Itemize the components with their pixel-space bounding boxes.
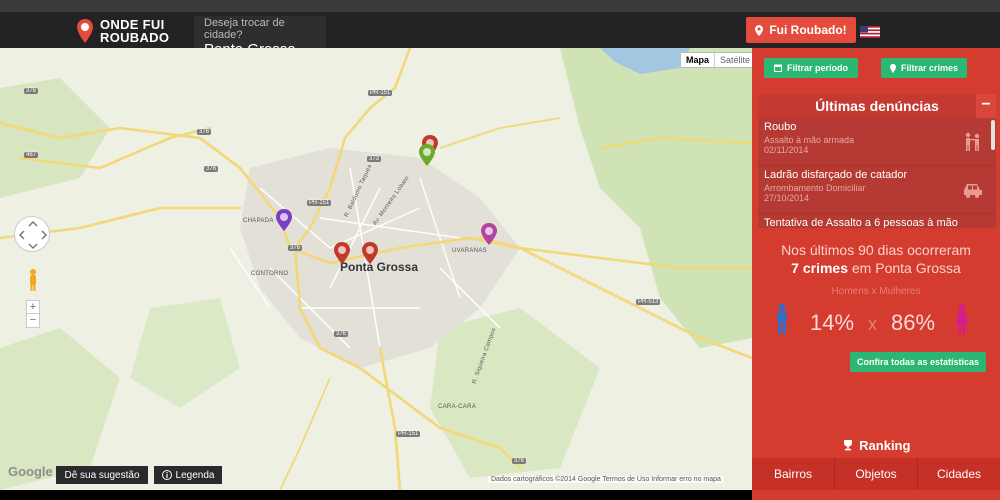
road-number-badge: 376 (197, 129, 212, 135)
google-logo: Google (8, 464, 53, 479)
report-title: Ladrão disfarçado de catador (764, 169, 908, 181)
ranking-title: Ranking (859, 438, 911, 453)
crime-marker[interactable] (333, 241, 351, 265)
road-number-badge: 373 (367, 156, 382, 162)
stats-summary: 7 crimes em Ponta Grossa (752, 260, 1000, 276)
map-type-satellite-button[interactable]: Satélite (714, 53, 752, 67)
pan-control[interactable] (14, 216, 50, 252)
crime-map[interactable]: Mapa Satélite + − Ponta Grossa CHAPADA C… (0, 48, 752, 490)
stats-period: Nos últimos 90 dias ocorreram (781, 242, 971, 258)
city-prompt: Deseja trocar de cidade? (204, 17, 285, 41)
logo-text: ONDE FUI ROUBADO (100, 18, 169, 44)
ranking-tab-cities[interactable]: Cidades (918, 458, 1000, 490)
city-map-label: Ponta Grossa (340, 260, 419, 274)
road-number-badge: PR-151 (368, 90, 393, 96)
report-type: Arrombamento Domiciliar (764, 183, 866, 193)
road-number-badge: PR-513 (636, 299, 661, 305)
ranking-tab-objects[interactable]: Objetos (835, 458, 918, 490)
zoom-in-button[interactable]: + (27, 301, 39, 314)
calendar-icon (773, 64, 782, 72)
map-pin-icon (77, 19, 93, 43)
report-robbery-button[interactable]: Fui Roubado! (746, 17, 856, 43)
zoom-out-button[interactable]: − (27, 314, 39, 327)
map-attribution: Dados cartográficos ©2014 Google Termos … (488, 476, 724, 483)
gender-label: Homens x Mulheres (831, 286, 921, 297)
report-title: Tentativa de Assalto a 6 pessoas à mão (764, 217, 958, 228)
filter-period-label: Filtrar período (786, 63, 848, 73)
logo-line-2: ROUBADO (100, 30, 170, 45)
recent-reports: Últimas denúncias − Roubo Assalto à mão … (758, 94, 996, 228)
road-number-badge: 376 (512, 458, 527, 464)
report-item[interactable]: Roubo Assalto à mão armada 02/11/2014 (758, 118, 996, 166)
pan-arrows-icon (18, 220, 48, 250)
gender-separator: x (868, 314, 877, 334)
robbery-icon (965, 132, 980, 151)
map-type-toggle: Mapa Satélite (680, 52, 752, 68)
report-robbery-label: Fui Roubado! (769, 23, 847, 37)
car-break-in-icon (964, 184, 982, 198)
filter-period-button[interactable]: Filtrar período (764, 58, 858, 78)
male-percentage: 14% (810, 310, 855, 335)
crime-marker[interactable] (480, 222, 498, 246)
crime-marker[interactable] (275, 208, 293, 232)
suggestion-button[interactable]: Dê sua sugestão (56, 466, 148, 484)
legend-label: Legenda (175, 469, 215, 481)
ranking-tabs: Bairros Objetos Cidades (752, 458, 1000, 490)
female-icon (956, 303, 968, 334)
trophy-icon (843, 440, 852, 451)
collapse-button[interactable]: − (976, 94, 996, 118)
city-selector[interactable]: Deseja trocar de cidade? Ponta Grossa⌵ (194, 16, 326, 58)
road-number-badge: 376 (334, 331, 349, 337)
report-type: Assalto à mão armada (764, 135, 855, 145)
neighborhood-label: UVARANAS (452, 248, 487, 254)
map-type-map-button[interactable]: Mapa (681, 53, 714, 67)
crime-marker[interactable] (418, 143, 436, 167)
report-date: 27/10/2014 (764, 193, 810, 203)
map-pin-icon (755, 24, 764, 36)
us-flag-icon[interactable] (860, 26, 880, 38)
report-date: 02/11/2014 (764, 145, 809, 155)
road-number-badge: PR-151 (307, 200, 332, 206)
top-header: ONDE FUI ROUBADO Deseja trocar de cidade… (0, 0, 1000, 58)
road-number-badge: 376 (24, 88, 39, 94)
recent-reports-header: Últimas denúncias − (758, 94, 996, 118)
male-icon (777, 303, 787, 334)
header-shadow (0, 0, 1000, 12)
road-number-badge: 376 (204, 166, 219, 172)
view-statistics-button[interactable]: Confira todas as estatísticas (850, 352, 986, 372)
side-panel: Filtrar período Filtrar crimes Últimas d… (752, 48, 1000, 500)
reports-scrollbar[interactable] (991, 120, 995, 150)
road-number-badge: 376 (288, 245, 303, 251)
ranking-header: Ranking (752, 438, 1000, 453)
report-item[interactable]: Ladrão disfarçado de catador Arrombament… (758, 166, 996, 214)
crime-count: 7 crimes (791, 260, 848, 276)
crime-marker[interactable] (361, 241, 379, 265)
info-icon (161, 470, 172, 480)
street-view-pegman-icon[interactable] (27, 268, 39, 292)
zoom-control: + − (26, 300, 40, 328)
stats-city: em Ponta Grossa (851, 260, 961, 276)
logo[interactable]: ONDE FUI ROUBADO (76, 16, 169, 46)
neighborhood-label: CHAPADA (243, 218, 274, 224)
neighborhood-label: CONTORNO (251, 271, 289, 277)
report-item[interactable]: Tentativa de Assalto a 6 pessoas à mão (758, 214, 996, 228)
ranking-tab-neighborhoods[interactable]: Bairros (752, 458, 835, 490)
road-number-badge: 487 (24, 152, 39, 158)
neighborhood-label: CARA-CARA (438, 404, 477, 410)
female-percentage: 86% (891, 310, 936, 335)
road-number-badge: PR-151 (396, 431, 421, 437)
filter-crimes-label: Filtrar crimes (900, 63, 959, 73)
recent-reports-title: Últimas denúncias (815, 98, 939, 114)
legend-button[interactable]: Legenda (154, 466, 222, 484)
map-pin-icon (889, 63, 896, 73)
report-title: Roubo (764, 121, 797, 133)
filter-crimes-button[interactable]: Filtrar crimes (881, 58, 967, 78)
